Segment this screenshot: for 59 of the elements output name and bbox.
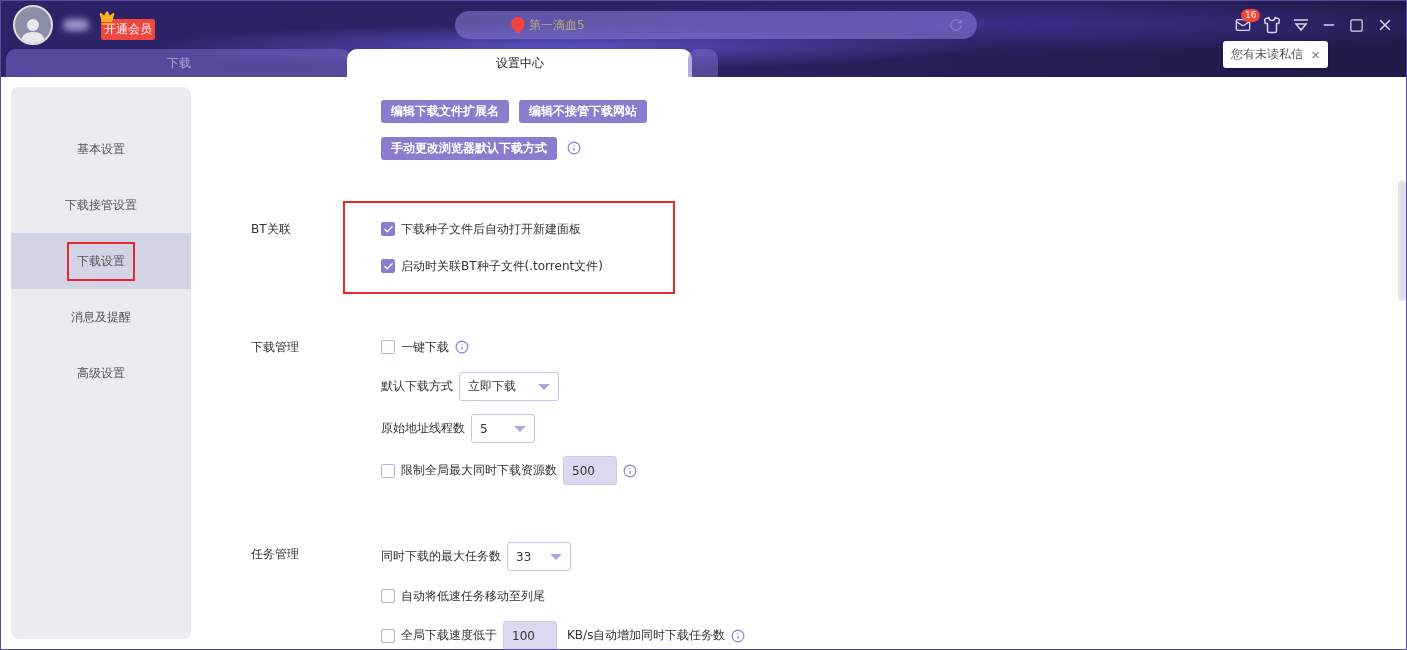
checkbox-label: 下载种子文件后自动打开新建面板 — [401, 220, 581, 238]
dropdown[interactable]: 立即下载 — [459, 372, 559, 401]
sidebar-item[interactable]: 高级设置 — [11, 345, 191, 401]
checkbox[interactable] — [381, 340, 395, 354]
sidebar-item[interactable]: 下载设置 — [11, 233, 191, 289]
username-blur — [63, 19, 89, 31]
section-label: BT关联 — [250, 221, 292, 238]
checkbox-label: 自动将低速任务移动至列尾 — [401, 587, 545, 605]
sidebar-label: 下载接管设置 — [64, 196, 138, 214]
action-button[interactable]: 编辑不接管下载网站 — [519, 99, 647, 123]
sidebar-label: 基本设置 — [76, 140, 126, 158]
vip-badge[interactable]: 开通会员 — [101, 18, 155, 40]
dropdown[interactable]: 5 — [471, 414, 535, 443]
section-label: 下载管理 — [250, 339, 300, 356]
info-icon[interactable] — [455, 340, 469, 354]
highlight-frame: 下载设置 — [67, 241, 135, 281]
sidebar-item[interactable]: 下载接管设置 — [11, 177, 191, 233]
number-field[interactable]: 100 — [503, 621, 557, 649]
dropdown-icon[interactable] — [1293, 18, 1309, 32]
caret-icon — [538, 383, 550, 390]
scrollbar-thumb[interactable] — [1398, 181, 1406, 301]
tab[interactable]: 下载 — [6, 49, 351, 77]
field-label: 默认下载方式 — [381, 378, 453, 395]
avatar[interactable] — [13, 5, 53, 45]
shirt-icon[interactable] — [1263, 16, 1281, 34]
tab[interactable]: 设置中心 — [347, 49, 692, 77]
mail-icon[interactable] — [1235, 17, 1251, 33]
suffix-label: KB/s自动增加同时下载任务数 — [567, 627, 726, 644]
section-label: 任务管理 — [250, 546, 300, 563]
checkbox[interactable] — [381, 589, 395, 603]
unread-count: 16 — [1241, 9, 1261, 22]
caret-icon — [550, 553, 562, 560]
checkbox-label: 限制全局最大同时下载资源数 — [401, 462, 557, 479]
checkbox[interactable] — [381, 259, 395, 273]
sidebar-item[interactable]: 消息及提醒 — [11, 289, 191, 345]
checkbox-label: 全局下载速度低于 — [401, 627, 497, 644]
info-icon[interactable] — [623, 463, 637, 478]
checkbox-label: 一键下载 — [401, 338, 449, 356]
checkbox[interactable] — [381, 628, 395, 643]
checkbox[interactable] — [381, 463, 395, 478]
tab[interactable] — [688, 49, 718, 77]
action-button[interactable]: 编辑下载文件扩展名 — [381, 99, 509, 123]
sidebar-label: 消息及提醒 — [70, 308, 132, 326]
caret-icon — [514, 425, 526, 432]
checkbox[interactable] — [381, 222, 395, 236]
tooltip-close[interactable]: × — [1311, 46, 1320, 63]
maximize-icon[interactable] — [1349, 17, 1364, 33]
dropdown[interactable]: 33 — [507, 542, 571, 571]
info-icon[interactable] — [731, 628, 746, 643]
field-label: 同时下载的最大任务数 — [381, 548, 501, 565]
field-label: 原始地址线程数 — [381, 420, 465, 437]
pin-icon — [509, 16, 527, 34]
checkbox-label: 启动时关联BT种子文件(.torrent文件) — [401, 257, 603, 275]
number-field[interactable]: 500 — [563, 456, 617, 485]
tooltip-text: 您有未读私信 — [1231, 46, 1304, 63]
info-icon[interactable] — [567, 141, 581, 155]
action-button[interactable]: 手动更改浏览器默认下载方式 — [381, 136, 557, 160]
sidebar-item[interactable]: 基本设置 — [11, 121, 191, 177]
sidebar-label: 高级设置 — [76, 364, 126, 382]
